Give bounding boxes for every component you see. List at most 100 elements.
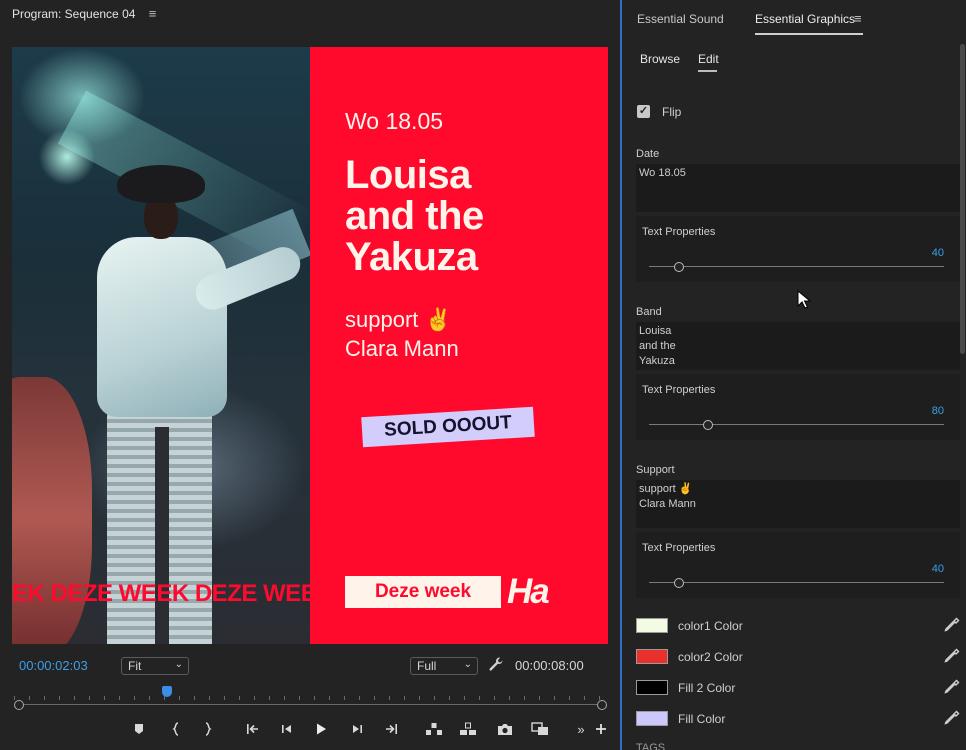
export-frame-button[interactable] <box>494 718 516 740</box>
text-properties-label: Text Properties <box>642 384 716 396</box>
support-text-properties: Text Properties 40 <box>636 532 960 598</box>
mouse-cursor-icon <box>797 290 811 309</box>
camera-icon <box>498 723 512 735</box>
poster-support: support ✌ Clara Mann <box>345 307 459 361</box>
extract-button[interactable] <box>457 718 479 740</box>
color-row-color1: color1 Color <box>636 616 960 636</box>
comparison-view-button[interactable] <box>529 718 551 740</box>
current-timecode[interactable]: 00:00:02:03 <box>19 658 88 673</box>
more-controls-button[interactable]: » <box>570 718 592 740</box>
band-text-properties: Text Properties 80 <box>636 374 960 440</box>
date-field-label: Date <box>636 148 660 160</box>
mark-in-button[interactable] <box>165 718 187 740</box>
color-swatch[interactable] <box>636 618 668 633</box>
go-to-out-icon <box>386 724 397 734</box>
comparison-view-icon <box>531 722 548 735</box>
ticker-strip: EK DEZE WEEK DEZE WEEK <box>12 580 310 610</box>
ticker-text: EK DEZE WEEK DEZE WEEK <box>12 580 310 607</box>
font-size-slider-handle[interactable] <box>673 578 684 588</box>
active-tab-indicator <box>755 33 863 35</box>
add-marker-button[interactable] <box>128 718 150 740</box>
venue-logo: Ha <box>507 572 550 611</box>
play-button[interactable] <box>310 718 332 740</box>
eyedropper-icon[interactable] <box>944 710 960 726</box>
program-menu-icon[interactable]: ≡ <box>149 6 157 21</box>
step-forward-button[interactable] <box>346 718 368 740</box>
chevron-down-icon: ⌄ <box>463 659 472 670</box>
performer-jacket <box>97 237 227 417</box>
zoom-scrollbar[interactable] <box>18 704 602 705</box>
tab-essential-sound[interactable]: Essential Sound <box>637 12 724 26</box>
go-to-in-button[interactable] <box>242 718 264 740</box>
text-properties-label: Text Properties <box>642 226 716 238</box>
sold-out-sticker: SOLD OOOUT <box>361 406 535 448</box>
deze-week-box: Deze week <box>345 576 501 608</box>
font-size-slider-track[interactable] <box>649 266 944 267</box>
button-editor-button[interactable] <box>590 718 612 740</box>
band-field-label: Band <box>636 306 662 318</box>
plus-icon <box>596 724 606 734</box>
playback-resolution-select[interactable]: Full ⌄ <box>410 657 478 675</box>
chevron-down-icon: ⌄ <box>174 659 183 670</box>
marker-icon <box>135 724 143 734</box>
go-to-in-icon <box>247 724 258 734</box>
color-row-color2: color2 Color <box>636 647 960 667</box>
time-ruler[interactable] <box>14 686 604 700</box>
active-subtab-indicator <box>698 70 717 72</box>
poster-date: Wo 18.05 <box>345 108 444 134</box>
tab-edit[interactable]: Edit <box>698 52 719 66</box>
step-back-icon <box>282 725 291 733</box>
band-text-input[interactable]: Louisa and the Yakuza <box>636 322 960 370</box>
double-chevron-icon: » <box>577 721 585 737</box>
panel-scrollbar[interactable] <box>960 44 965 354</box>
tab-browse[interactable]: Browse <box>640 52 680 66</box>
eyedropper-icon[interactable] <box>944 648 960 664</box>
poster-panel: Wo 18.05 Louisa and the Yakuza support ✌… <box>310 47 608 644</box>
color-swatch[interactable] <box>636 680 668 695</box>
mark-out-icon <box>205 722 212 736</box>
essential-graphics-panel: Essential Sound Essential Graphics ≡ Bro… <box>622 0 966 750</box>
mark-in-icon <box>172 722 179 736</box>
color-row-fill: Fill Color <box>636 709 960 729</box>
zoom-level-select[interactable]: Fit ⌄ <box>121 657 189 675</box>
step-back-button[interactable] <box>276 718 298 740</box>
color-label: color1 Color <box>678 619 743 633</box>
font-size-value[interactable]: 40 <box>932 247 944 259</box>
concert-photo: EK DEZE WEEK DEZE WEEK <box>12 47 310 644</box>
date-text-input[interactable]: Wo 18.05 <box>636 164 960 212</box>
scrollbar-left-handle[interactable] <box>14 700 24 710</box>
font-size-slider-handle[interactable] <box>703 420 713 430</box>
extract-icon <box>460 722 476 735</box>
performer-hat <box>117 165 205 203</box>
color-swatch[interactable] <box>636 711 668 726</box>
lift-icon <box>426 723 442 735</box>
wrench-icon[interactable] <box>488 656 504 672</box>
support-field-label: Support <box>636 464 675 476</box>
color-swatch[interactable] <box>636 649 668 664</box>
color-label: Fill Color <box>678 712 726 726</box>
eyedropper-icon[interactable] <box>944 679 960 695</box>
support-text-input[interactable]: support ✌ Clara Mann <box>636 480 960 528</box>
color-row-fill2: Fill 2 Color <box>636 678 960 698</box>
program-monitor: Program: Sequence 04 ≡ EK DEZE WEEK DEZE… <box>0 0 620 750</box>
tab-essential-graphics[interactable]: Essential Graphics <box>755 12 855 26</box>
panel-menu-icon[interactable]: ≡ <box>854 11 862 26</box>
flip-checkbox[interactable]: ✓ <box>637 105 650 118</box>
mark-out-button[interactable] <box>197 718 219 740</box>
font-size-slider-track[interactable] <box>649 582 944 583</box>
video-preview[interactable]: EK DEZE WEEK DEZE WEEK Wo 18.05 Louisa a… <box>12 47 608 644</box>
tags-section-label: TAGS <box>636 742 666 750</box>
scrollbar-right-handle[interactable] <box>597 700 607 710</box>
transport-controls: » <box>0 718 620 742</box>
duration-timecode: 00:00:08:00 <box>515 658 584 673</box>
font-size-slider-handle[interactable] <box>673 262 684 272</box>
performer-leg-gap <box>155 427 169 644</box>
zoom-level-value: Fit <box>128 659 142 673</box>
lift-button[interactable] <box>423 718 445 740</box>
go-to-out-button[interactable] <box>380 718 402 740</box>
eyedropper-icon[interactable] <box>944 617 960 633</box>
font-size-slider-track[interactable] <box>649 424 944 425</box>
font-size-value[interactable]: 80 <box>932 405 944 417</box>
font-size-value[interactable]: 40 <box>932 563 944 575</box>
flip-label: Flip <box>662 105 682 119</box>
